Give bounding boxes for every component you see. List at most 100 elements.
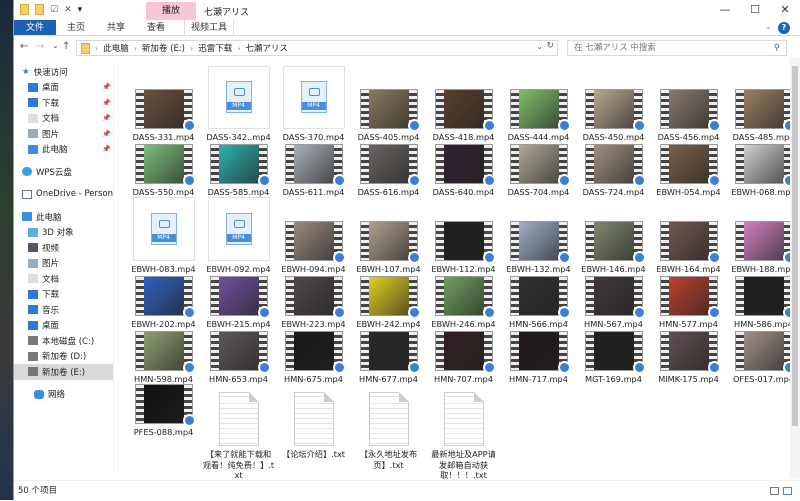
file-item[interactable]: EBWH-223.mp4 bbox=[276, 274, 351, 329]
file-item[interactable]: DASS-444.mp4 bbox=[501, 66, 576, 142]
file-item[interactable]: 【来了就能下载和观看！纯免费！】.txt bbox=[201, 384, 276, 484]
sidebar-item[interactable]: 新加卷 (E:) bbox=[14, 364, 113, 380]
file-item[interactable]: HMN-577.mp4 bbox=[651, 274, 726, 329]
sidebar-item[interactable]: 下载 📌 bbox=[14, 95, 113, 111]
file-item[interactable]: HMN-567.mp4 bbox=[576, 274, 651, 329]
context-tab-play[interactable]: 播放 bbox=[146, 2, 196, 20]
file-item[interactable]: MP4 DASS-342..mp4 bbox=[201, 66, 276, 142]
address-dropdown-icon[interactable]: ⌄ bbox=[536, 42, 543, 51]
file-item[interactable]: EBWH-094.mp4 bbox=[276, 197, 351, 274]
file-item[interactable]: DASS-456.mp4 bbox=[651, 66, 726, 142]
address-bar[interactable]: › 此电脑 › 新加卷 (E:) › 迅雷下载 › 七瀬アリス ⌄ ↻ bbox=[76, 40, 558, 56]
sidebar-item[interactable]: 本地磁盘 (C:) bbox=[14, 333, 113, 349]
pin-icon[interactable]: 📌 bbox=[102, 83, 111, 91]
tab-share[interactable]: 共享 bbox=[96, 20, 136, 35]
file-item[interactable]: EBWH-054.mp4 bbox=[651, 142, 726, 197]
pin-icon[interactable]: 📌 bbox=[102, 130, 111, 138]
back-button[interactable]: ← bbox=[20, 41, 28, 52]
file-item[interactable]: DASS-585.mp4 bbox=[201, 142, 276, 197]
file-item[interactable]: DASS-485.mp4 bbox=[726, 66, 800, 142]
sidebar-item[interactable]: 3D 对象 bbox=[14, 225, 113, 241]
sidebar-item[interactable]: 视频 bbox=[14, 240, 113, 256]
file-item[interactable]: EBWH-188.mp4 bbox=[726, 197, 800, 274]
sidebar-item[interactable]: 桌面 bbox=[14, 318, 113, 334]
file-item[interactable]: DASS-611.mp4 bbox=[276, 142, 351, 197]
file-item[interactable]: MGT-169.mp4 bbox=[576, 329, 651, 384]
breadcrumb-drive-e[interactable]: 新加卷 (E:) bbox=[142, 42, 185, 54]
file-item[interactable]: HMN-598.mp4 bbox=[126, 329, 201, 384]
tab-home[interactable]: 主页 bbox=[56, 20, 96, 35]
sidebar-item[interactable]: 此电脑 📌 bbox=[14, 142, 113, 158]
file-item[interactable]: HMN-707.mp4 bbox=[426, 329, 501, 384]
delete-icon[interactable]: ✕ bbox=[64, 5, 72, 15]
sidebar-wps-cloud[interactable]: WPS云盘 bbox=[14, 164, 113, 180]
pin-icon[interactable]: 📌 bbox=[102, 145, 111, 153]
file-item[interactable]: DASS-331.mp4 bbox=[126, 66, 201, 142]
file-item[interactable]: MP4 EBWH-083.mp4 bbox=[126, 197, 201, 274]
tab-video-tools[interactable]: 视频工具 bbox=[184, 20, 235, 35]
file-item[interactable]: DASS-704.mp4 bbox=[501, 142, 576, 197]
file-item[interactable]: HMN-675.mp4 bbox=[276, 329, 351, 384]
file-item[interactable]: EBWH-112.mp4 bbox=[426, 197, 501, 274]
sidebar-onedrive[interactable]: OneDrive - Persona bbox=[14, 187, 113, 203]
tab-view[interactable]: 查看 bbox=[136, 20, 176, 35]
sidebar-item[interactable]: 新加卷 (D:) bbox=[14, 349, 113, 365]
pin-icon[interactable]: 📌 bbox=[102, 99, 111, 107]
recent-locations-button[interactable]: ⌄ bbox=[52, 41, 59, 50]
sidebar-item[interactable]: 文档 📌 bbox=[14, 111, 113, 127]
file-item[interactable]: EBWH-132.mp4 bbox=[501, 197, 576, 274]
file-item[interactable]: DASS-550.mp4 bbox=[126, 142, 201, 197]
file-item[interactable]: DASS-724.mp4 bbox=[576, 142, 651, 197]
details-view-icon[interactable] bbox=[770, 487, 779, 495]
file-item[interactable]: HMN-653.mp4 bbox=[201, 329, 276, 384]
help-icon[interactable]: ? bbox=[778, 22, 790, 34]
forward-button[interactable]: → bbox=[36, 41, 44, 52]
file-item[interactable]: DASS-405.mp4 bbox=[351, 66, 426, 142]
customize-toolbar-icon[interactable]: ▾ bbox=[78, 5, 83, 15]
pin-icon[interactable]: 📌 bbox=[102, 114, 111, 122]
file-item[interactable]: HMN-717.mp4 bbox=[501, 329, 576, 384]
file-item[interactable]: 【永久地址发布页】.txt bbox=[351, 384, 426, 484]
file-item[interactable]: OFES-017.mp4 bbox=[726, 329, 800, 384]
sidebar-item[interactable]: 图片 📌 bbox=[14, 126, 113, 142]
vertical-scrollbar[interactable] bbox=[790, 58, 800, 478]
file-item[interactable]: DASS-418.mp4 bbox=[426, 66, 501, 142]
file-item[interactable]: EBWH-242.mp4 bbox=[351, 274, 426, 329]
properties-icon[interactable]: ☑ bbox=[50, 5, 58, 15]
scrollbar-thumb[interactable] bbox=[792, 66, 798, 426]
file-item[interactable]: HMN-566.mp4 bbox=[501, 274, 576, 329]
sidebar-item[interactable]: 图片 bbox=[14, 256, 113, 272]
file-item[interactable]: EBWH-146.mp4 bbox=[576, 197, 651, 274]
file-item[interactable]: DASS-616.mp4 bbox=[351, 142, 426, 197]
sidebar-item[interactable]: 桌面 📌 bbox=[14, 80, 113, 96]
file-item[interactable]: EBWH-246.mp4 bbox=[426, 274, 501, 329]
file-item[interactable]: PFES-088.mp4 bbox=[126, 384, 201, 484]
file-item[interactable]: MIMK-175.mp4 bbox=[651, 329, 726, 384]
file-item[interactable]: EBWH-164.mp4 bbox=[651, 197, 726, 274]
breadcrumb-xunlei[interactable]: 迅雷下载 bbox=[198, 42, 232, 54]
close-button[interactable]: ✕ bbox=[770, 0, 800, 20]
maximize-button[interactable]: ☐ bbox=[740, 0, 770, 20]
file-item[interactable]: HMN-677.mp4 bbox=[351, 329, 426, 384]
refresh-icon[interactable]: ↻ bbox=[546, 41, 554, 51]
search-input[interactable]: 在 七瀬アリス 中搜索 ⚲ bbox=[567, 40, 787, 56]
file-item[interactable]: EBWH-202.mp4 bbox=[126, 274, 201, 329]
breadcrumb-current[interactable]: 七瀬アリス bbox=[245, 42, 288, 54]
file-item[interactable]: MP4 DASS-370.mp4 bbox=[276, 66, 351, 142]
breadcrumb-this-pc[interactable]: 此电脑 bbox=[103, 42, 129, 54]
sidebar-item[interactable]: 音乐 bbox=[14, 302, 113, 318]
file-item[interactable]: HMN-586.mp4 bbox=[726, 274, 800, 329]
file-item[interactable]: EBWH-215.mp4 bbox=[201, 274, 276, 329]
sidebar-network[interactable]: 网络 bbox=[14, 387, 113, 403]
tab-file[interactable]: 文件 bbox=[14, 20, 57, 35]
file-item[interactable]: MP4 EBWH-092.mp4 bbox=[201, 197, 276, 274]
sidebar-item[interactable]: 文档 bbox=[14, 271, 113, 287]
file-item[interactable]: EBWH-068.mp4 bbox=[726, 142, 800, 197]
sidebar-quick-access[interactable]: ★ 快速访问 bbox=[14, 64, 113, 80]
up-button[interactable]: ↑ bbox=[62, 41, 70, 52]
expand-ribbon-icon[interactable]: ⌄ bbox=[765, 22, 772, 31]
new-folder-icon[interactable] bbox=[35, 4, 44, 15]
minimize-button[interactable]: — bbox=[710, 0, 740, 20]
sidebar-this-pc[interactable]: 此电脑 bbox=[14, 209, 113, 225]
file-item[interactable]: 【论坛介绍】.txt bbox=[276, 384, 351, 484]
